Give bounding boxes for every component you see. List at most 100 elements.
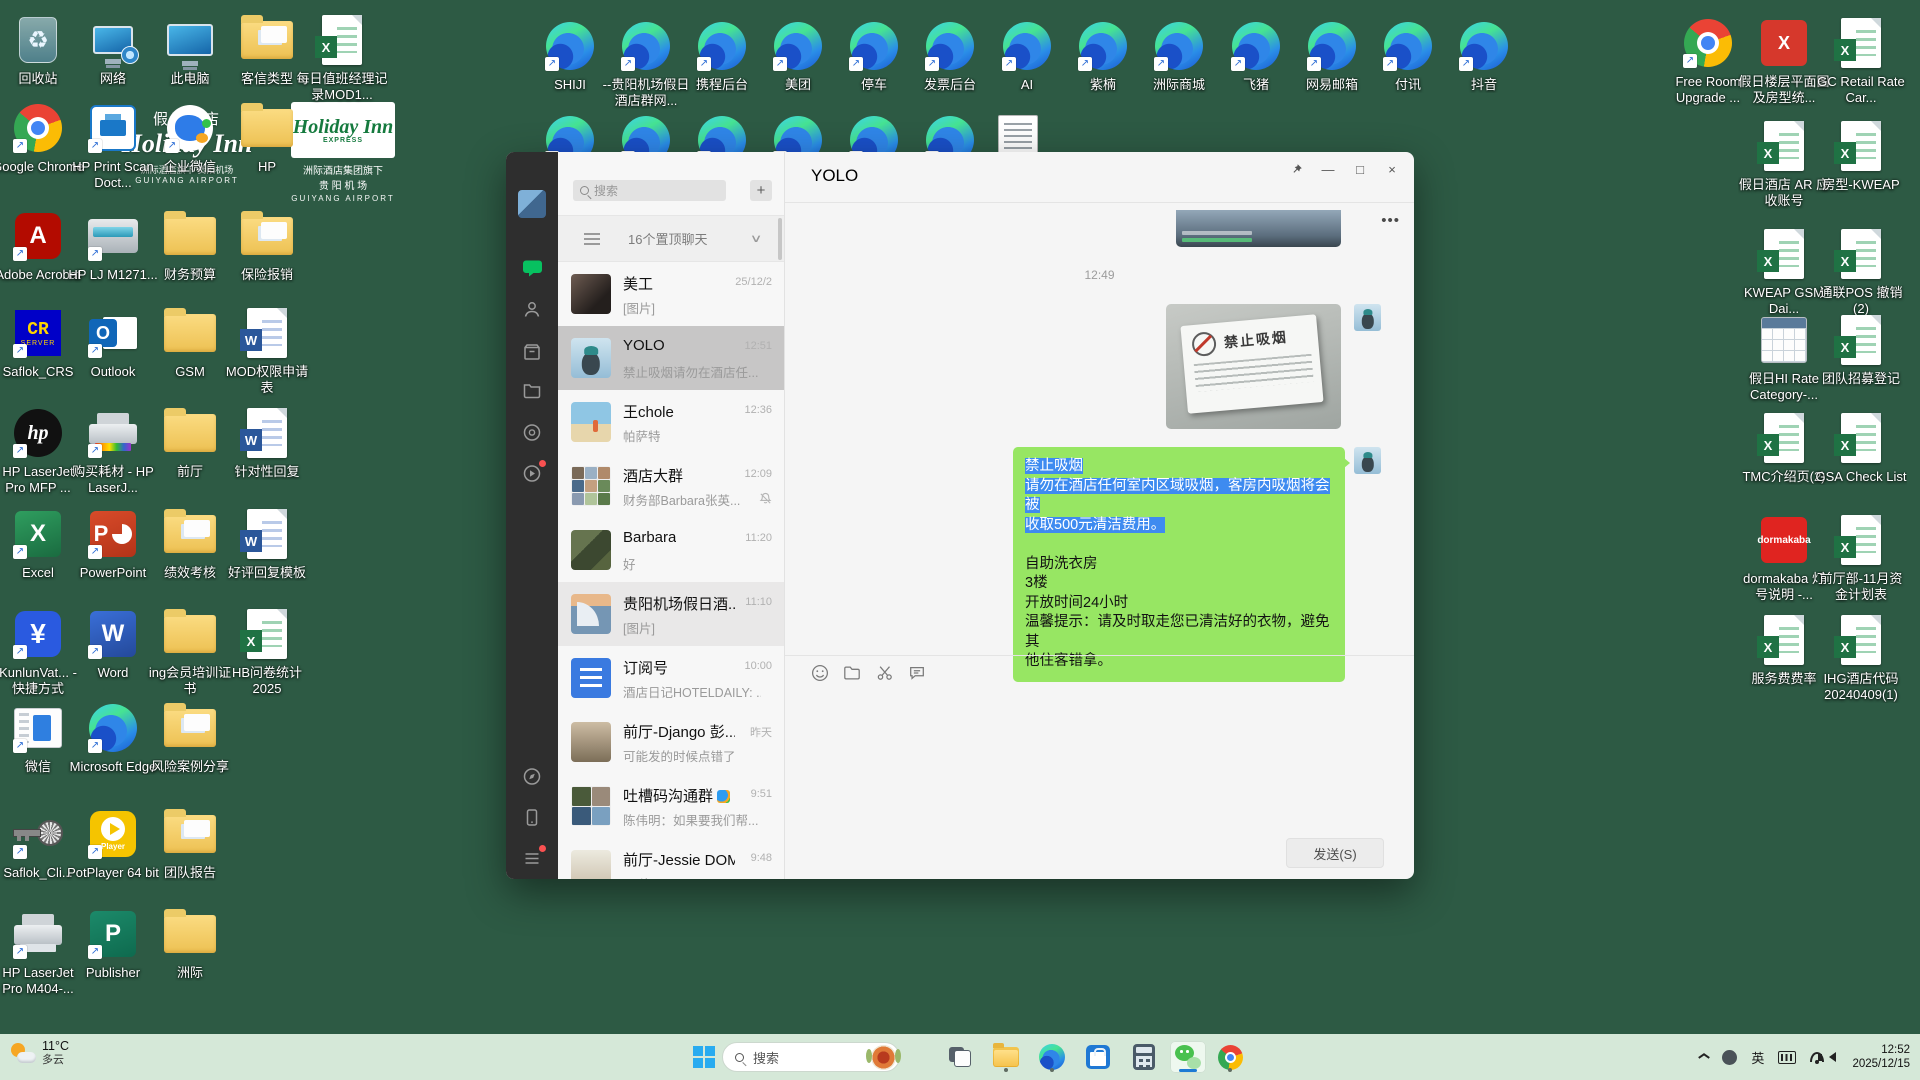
chrome-button[interactable] (1214, 1041, 1246, 1073)
sidebar-miniprogram-icon[interactable] (521, 765, 543, 787)
hpprint-icon: ↗ (85, 100, 141, 156)
message-bubble-text[interactable]: 禁止吸烟请勿在酒店任何室内区域吸烟，客房内吸烟将会被收取500元清洁费用。 自助… (1013, 447, 1345, 682)
chat-time: 12:36 (744, 404, 772, 416)
message-image-partial[interactable] (1176, 210, 1341, 247)
desktop-icon-ihg酒店代码20240409-1[interactable]: XIHG酒店代码20240409(1) (1815, 612, 1907, 703)
chat-more-button[interactable]: ••• (1381, 212, 1400, 229)
desktop-icon-风险案例分享[interactable]: 风险案例分享 (144, 700, 236, 775)
desktop-icon-gsa-check-list[interactable]: XGSA Check List (1815, 410, 1907, 485)
pin-window-button[interactable] (1280, 156, 1312, 182)
desktop-icon-label: 前厅部-11月资金计划表 (1815, 571, 1907, 603)
desktop-icon-hp[interactable]: HP (221, 100, 313, 175)
desktop-icon-团队报告[interactable]: 团队报告 (144, 806, 236, 881)
folder-icon (162, 208, 218, 264)
chat-item-吐槽码沟通群[interactable]: 吐槽码沟通群9:51陈伟明：如果要我们帮... (558, 774, 784, 838)
chat-item-yolo[interactable]: YOLO12:51禁止吸烟请勿在酒店任... (558, 326, 784, 390)
desktop-icon-hb问卷统计2025[interactable]: XHB问卷统计2025 (221, 606, 313, 697)
chat-avatar (571, 786, 611, 826)
wechat-taskbar-button[interactable] (1170, 1041, 1206, 1073)
chat-name: 订阅号 (623, 657, 668, 678)
sidebar-chat-icon[interactable] (521, 256, 543, 278)
sidebar-contacts-icon[interactable] (521, 298, 543, 320)
sidebar-moments-icon[interactable] (521, 421, 543, 443)
key-icon: ↗ (10, 806, 66, 862)
chat-item-前厅-django-彭[interactable]: 前厅-Django 彭...昨天可能发的时候点错了 (558, 710, 784, 774)
taskbar-clock[interactable]: 12:52 2025/12/15 (1852, 1043, 1910, 1071)
emoji-icon[interactable] (810, 663, 830, 683)
user-avatar[interactable] (518, 190, 546, 218)
shortcut-arrow-icon: ↗ (13, 845, 27, 859)
message-image-no-smoking-sign[interactable]: 禁止吸烟 (1166, 304, 1341, 429)
desktop-icon-保险报销[interactable]: 保险报销 (221, 208, 313, 283)
dormakaba-icon: dormakaba (1756, 512, 1812, 568)
shortcut-arrow-icon: ↗ (1002, 57, 1016, 71)
store-icon (1086, 1045, 1110, 1069)
sidebar-chat-files-icon[interactable] (521, 379, 543, 401)
excel-file-icon: X (1833, 15, 1889, 71)
desktop-icon-gc-retail-rate-car[interactable]: XGC Retail Rate Car... (1815, 15, 1907, 106)
maximize-button[interactable]: □ (1344, 156, 1376, 182)
contact-avatar[interactable] (1354, 447, 1381, 474)
network-volume-button[interactable] (1810, 1052, 1838, 1062)
desktop-icon-前厅部-11月资金计划表[interactable]: X前厅部-11月资金计划表 (1815, 512, 1907, 603)
ime-language-indicator[interactable]: 英 (1751, 1048, 1764, 1067)
chat-item-酒店大群[interactable]: 酒店大群12:09财务部Barbara张英... (558, 454, 784, 518)
edge-button[interactable] (1036, 1041, 1068, 1073)
start-button[interactable] (688, 1041, 720, 1073)
tray-expand-button[interactable] (1698, 1052, 1708, 1062)
taskbar-search[interactable]: 搜索 (722, 1042, 900, 1072)
folder-docs-icon (162, 806, 218, 862)
desktop-icon-好评回复模板[interactable]: W好评回复模板 (221, 506, 313, 581)
calculator-button[interactable] (1128, 1041, 1160, 1073)
add-chat-button[interactable]: + (750, 180, 772, 201)
close-button[interactable]: × (1376, 156, 1408, 182)
chat-name: 前厅-Django 彭... (623, 721, 735, 742)
send-button[interactable]: 发送(S) (1286, 838, 1384, 868)
chat-avatar (571, 274, 611, 314)
chat-item-前厅-jessie-dom[interactable]: 前厅-Jessie DOM9:48[图片] (558, 838, 784, 879)
desktop-icon-通联pos-撤销-2[interactable]: X通联POS 撤销(2) (1815, 226, 1907, 317)
touch-keyboard-button[interactable] (1778, 1051, 1796, 1064)
desktop-icon-每日值班经理记录mod1[interactable]: X每日值班经理记录MOD1... (296, 12, 388, 103)
taskbar-weather-widget[interactable]: 11°C 多云 (10, 1039, 69, 1067)
file-explorer-button[interactable] (990, 1041, 1022, 1073)
contact-avatar[interactable] (1354, 304, 1381, 331)
desktop-icon-房型-kweap[interactable]: X房型-KWEAP (1815, 118, 1907, 193)
chat-history-icon[interactable] (907, 663, 927, 683)
desktop-icon-label: 洲际 (144, 965, 236, 981)
chat-item-barbara[interactable]: Barbara11:20好 (558, 518, 784, 582)
chat-item-订阅号[interactable]: 订阅号10:00酒店日记HOTELDAILY: ... (558, 646, 784, 710)
chat-preview: 可能发的时候点错了 (623, 746, 736, 765)
search-highlight-food-icon[interactable] (871, 1045, 896, 1070)
sidebar-menu-icon[interactable] (521, 847, 543, 869)
calculator-icon (1133, 1044, 1155, 1070)
sidebar-channels-icon[interactable] (521, 462, 543, 484)
desktop-icon-针对性回复[interactable]: W针对性回复 (221, 405, 313, 480)
pinned-chats-header[interactable]: 16个置顶聊天 ∨ (558, 215, 784, 262)
desktop-icon-抖音[interactable]: ↗抖音 (1438, 18, 1530, 93)
chat-preview: [图片] (623, 618, 655, 637)
chat-list-scrollbar[interactable] (778, 218, 782, 260)
chat-name: 酒店大群 (623, 465, 683, 486)
task-view-button[interactable] (944, 1041, 976, 1073)
chat-list-panel: 搜索 + 16个置顶聊天 ∨ 美工25/12/2[图片]YOLO12:51禁止吸… (558, 152, 785, 879)
desktop-icon-洲际[interactable]: 洲际 (144, 906, 236, 981)
desktop-icon-mod权限申请表[interactable]: WMOD权限申请表 (221, 305, 313, 396)
sidebar-phone-icon[interactable] (521, 806, 543, 828)
tray-app-icon[interactable] (1722, 1050, 1737, 1065)
minimize-button[interactable]: — (1312, 156, 1344, 182)
send-file-icon[interactable] (842, 663, 862, 683)
red-file-icon: X (1756, 15, 1812, 71)
chat-item-贵阳机场假日酒[interactable]: 贵阳机场假日酒...11:10[图片] (558, 582, 784, 646)
chat-search-input[interactable]: 搜索 (573, 180, 726, 201)
microsoft-store-button[interactable] (1082, 1041, 1114, 1073)
sidebar-favorites-icon[interactable] (521, 340, 543, 362)
shortcut-arrow-icon: ↗ (88, 545, 102, 559)
chat-item-王chole[interactable]: 王chole12:36帕萨特 (558, 390, 784, 454)
chat-name: YOLO (623, 337, 665, 354)
folder-icon (239, 100, 295, 156)
chat-item-美工[interactable]: 美工25/12/2[图片] (558, 262, 784, 326)
desktop-icon-团队招募登记[interactable]: X团队招募登记 (1815, 312, 1907, 387)
screenshot-scissors-icon[interactable] (875, 663, 895, 683)
chat-time: 12:09 (744, 468, 772, 480)
